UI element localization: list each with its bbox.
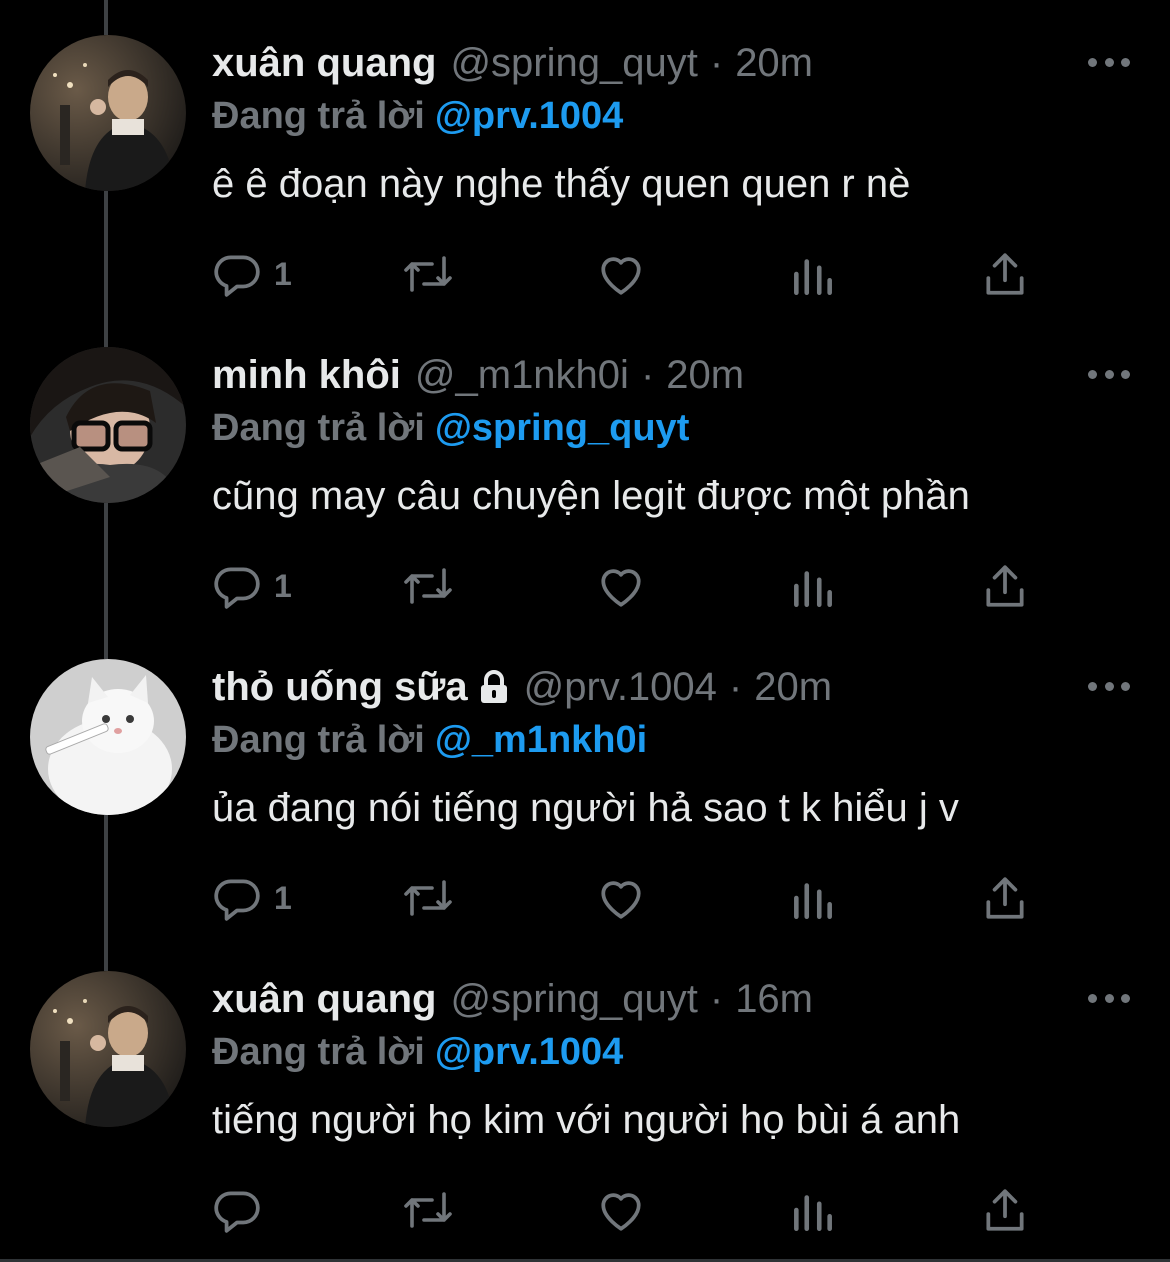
replying-to: Đang trả lời @prv.1004: [212, 92, 623, 140]
more-icon[interactable]: [1088, 984, 1130, 1012]
username[interactable]: @spring_quyt: [450, 38, 697, 88]
tweet-text: tiếng người họ kim với người họ bùi á an…: [212, 1098, 961, 1142]
like-button[interactable]: [596, 1180, 646, 1240]
tweet-text: ê ê đoạn này nghe thấy quen quen r nè: [212, 162, 911, 206]
tweet-actions: 1: [212, 868, 1032, 928]
share-icon: [986, 877, 1024, 919]
heart-icon: [601, 569, 641, 607]
display-name[interactable]: thỏ uống sữa: [212, 662, 468, 712]
replying-to: Đang trả lời @spring_quyt: [212, 404, 689, 452]
reply-button[interactable]: 1: [212, 868, 292, 928]
replying-to-label: Đang trả lời: [212, 1031, 425, 1073]
tweet-text: cũng may câu chuyện legit được một phần: [212, 474, 970, 518]
reply-count: 1: [274, 879, 292, 916]
reply-icon: [214, 567, 260, 609]
lock-icon: [478, 669, 510, 705]
views-button[interactable]: [790, 1180, 836, 1240]
avatar[interactable]: [30, 971, 186, 1127]
replying-to: Đang trả lời @_m1nkh0i: [212, 716, 647, 764]
replying-to-label: Đang trả lời: [212, 407, 425, 449]
tweet[interactable]: minh khôi @_m1nkh0i · 20m Đang trả lời @s…: [0, 312, 1170, 624]
retweet-icon: [404, 880, 452, 916]
like-button[interactable]: [596, 868, 646, 928]
avatar[interactable]: [30, 347, 186, 503]
tweet-header: xuân quang @spring_quyt · 16m: [212, 974, 813, 1024]
heart-icon: [601, 1193, 641, 1231]
reply-button[interactable]: 1: [212, 556, 292, 616]
views-button[interactable]: [790, 556, 836, 616]
retweet-button[interactable]: [400, 556, 456, 616]
retweet-button[interactable]: [400, 244, 456, 304]
retweet-icon: [404, 256, 452, 292]
share-button[interactable]: [980, 868, 1030, 928]
share-icon: [986, 1189, 1024, 1231]
like-button[interactable]: [596, 556, 646, 616]
views-button[interactable]: [790, 244, 836, 304]
tweet-actions: [212, 1180, 1032, 1240]
avatar[interactable]: [30, 35, 186, 191]
username[interactable]: @spring_quyt: [450, 974, 697, 1024]
share-button[interactable]: [980, 556, 1030, 616]
share-button[interactable]: [980, 244, 1030, 304]
retweet-icon: [404, 1192, 452, 1228]
timestamp[interactable]: 20m: [754, 662, 832, 712]
tweet-text: ủa đang nói tiếng người hả sao t k hiểu …: [212, 786, 959, 830]
tweet-actions: 1: [212, 244, 1032, 304]
username[interactable]: @prv.1004: [524, 662, 717, 712]
reply-count: 1: [274, 255, 292, 292]
analytics-icon: [794, 571, 832, 608]
reply-icon: [214, 879, 260, 921]
more-icon[interactable]: [1088, 48, 1130, 76]
analytics-icon: [794, 259, 832, 296]
timestamp[interactable]: 16m: [735, 974, 813, 1024]
avatar[interactable]: [30, 659, 186, 815]
like-button[interactable]: [596, 244, 646, 304]
tweet-header: thỏ uống sữa @prv.1004 · 20m: [212, 662, 832, 712]
tweet-header: minh khôi @_m1nkh0i · 20m: [212, 350, 744, 400]
analytics-icon: [794, 883, 832, 920]
display-name[interactable]: xuân quang: [212, 974, 436, 1024]
retweet-button[interactable]: [400, 868, 456, 928]
views-button[interactable]: [790, 868, 836, 928]
tweet[interactable]: xuân quang @spring_quyt · 16m Đang trả l…: [0, 936, 1170, 1248]
tweet-header: xuân quang @spring_quyt · 20m: [212, 38, 813, 88]
tweet[interactable]: thỏ uống sữa @prv.1004 · 20m Đang trả lờ…: [0, 624, 1170, 936]
reply-icon: [214, 255, 260, 297]
tweet-actions: 1: [212, 556, 1032, 616]
retweet-button[interactable]: [400, 1180, 456, 1240]
separator-dot: ·: [709, 977, 724, 1021]
timestamp[interactable]: 20m: [666, 350, 744, 400]
reply-button[interactable]: 1: [212, 244, 292, 304]
more-icon[interactable]: [1088, 672, 1130, 700]
reply-icon: [214, 1191, 260, 1233]
reply-count: 1: [274, 567, 292, 604]
replying-to-label: Đang trả lời: [212, 719, 425, 761]
replying-to-handle[interactable]: @prv.1004: [435, 95, 623, 137]
username[interactable]: @_m1nkh0i: [415, 350, 629, 400]
heart-icon: [601, 881, 641, 919]
share-icon: [986, 253, 1024, 295]
more-icon[interactable]: [1088, 360, 1130, 388]
replying-to-handle[interactable]: @prv.1004: [435, 1031, 623, 1073]
display-name[interactable]: xuân quang: [212, 38, 436, 88]
share-button[interactable]: [980, 1180, 1030, 1240]
retweet-icon: [404, 568, 452, 604]
timestamp[interactable]: 20m: [735, 38, 813, 88]
replying-to: Đang trả lời @prv.1004: [212, 1028, 623, 1076]
heart-icon: [601, 257, 641, 295]
reply-button[interactable]: [212, 1180, 274, 1240]
replying-to-handle[interactable]: @_m1nkh0i: [435, 719, 647, 761]
replying-to-label: Đang trả lời: [212, 95, 425, 137]
replying-to-handle[interactable]: @spring_quyt: [435, 407, 690, 449]
analytics-icon: [794, 1195, 832, 1232]
tweet[interactable]: xuân quang @spring_quyt · 20m Đang trả l…: [0, 0, 1170, 312]
display-name[interactable]: minh khôi: [212, 350, 401, 400]
share-icon: [986, 565, 1024, 607]
separator-dot: ·: [728, 665, 743, 709]
separator-dot: ·: [709, 41, 724, 85]
separator-dot: ·: [640, 353, 655, 397]
